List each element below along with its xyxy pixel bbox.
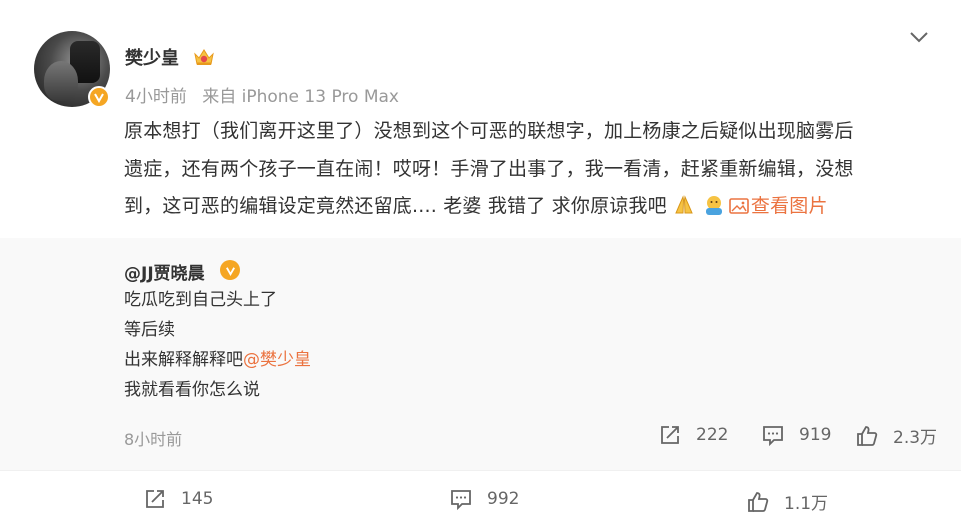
view-pictures-label: 查看图片: [750, 195, 828, 217]
repost-card[interactable]: @JJ贾晓晨 吃瓜吃到自己头上了 等后续 出来解释解释吧@樊少皇 我就看看你怎么…: [0, 238, 961, 470]
view-pictures-link[interactable]: 查看图片: [729, 195, 828, 217]
share-icon: [146, 490, 164, 508]
crown-icon: [194, 49, 214, 65]
post-text-line: 原本想打（我们离开这里了）没想到这个可恶的联想字，加上杨康之后疑似出现脑雾后: [124, 120, 854, 142]
repost-share-button[interactable]: 222: [658, 423, 728, 447]
mention-link[interactable]: @樊少皇: [243, 350, 311, 370]
comment-icon: [763, 426, 783, 447]
comment-button[interactable]: 992: [449, 487, 519, 511]
like-count: 1.1万: [784, 494, 829, 514]
repost-author[interactable]: @JJ贾晓晨: [124, 259, 205, 284]
thumbs-up-icon: [748, 491, 769, 512]
repost-line: 出来解释解释吧: [124, 350, 243, 370]
chevron-down-icon[interactable]: [909, 30, 929, 44]
like-button[interactable]: 1.1万: [746, 489, 828, 514]
post-time[interactable]: 4小时前: [125, 87, 187, 107]
post-text-line: 遗症，还有两个孩子一直在闹！哎呀！手滑了出事了，我一看清，赶紧重新编辑，没想: [124, 157, 854, 180]
share-icon: [661, 426, 679, 444]
thumbs-up-icon: [857, 425, 878, 446]
repost-line-with-mention: 出来解释解释吧@樊少皇: [124, 345, 311, 375]
post-text-line-last: 到，这可恶的编辑设定竟然还留底.... 老婆 我错了 求你原谅我吧 查看图片: [124, 188, 939, 226]
repost-share-count: 222: [696, 425, 729, 445]
repost-comment-count: 919: [799, 425, 832, 445]
hug-emoji-icon: [705, 196, 722, 215]
repost-line: 我就看看你怎么说: [124, 380, 260, 400]
comment-count: 992: [487, 489, 520, 509]
verified-badge-icon: [88, 86, 110, 108]
picture-icon: [729, 198, 749, 214]
post-body: 原本想打（我们离开这里了）没想到这个可恶的联想字，加上杨康之后疑似出现脑雾后 遗…: [124, 113, 939, 226]
repost-comment-button[interactable]: 919: [761, 423, 831, 447]
post-text-line: 到，这可恶的编辑设定竟然还留底.... 老婆 我错了 求你原谅我吧: [124, 195, 667, 217]
repost-like-count: 2.3万: [893, 428, 938, 448]
author-name[interactable]: 樊少皇: [125, 44, 179, 70]
divider: [0, 470, 961, 471]
repost-text: 吃瓜吃到自己头上了 等后续 出来解释解释吧@樊少皇 我就看看你怎么说: [124, 285, 311, 405]
pray-emoji-icon: [675, 195, 693, 214]
post-meta: 4小时前 来自 iPhone 13 Pro Max: [125, 82, 399, 107]
repost-line: 等后续: [124, 320, 175, 340]
share-button[interactable]: 145: [143, 487, 213, 511]
share-count: 145: [181, 489, 214, 509]
repost-like-button[interactable]: 2.3万: [855, 423, 937, 448]
repost-line: 吃瓜吃到自己头上了: [124, 290, 277, 310]
repost-time[interactable]: 8小时前: [124, 426, 182, 450]
comment-icon: [451, 490, 471, 511]
verified-badge-icon: [220, 260, 240, 280]
post-source: 来自 iPhone 13 Pro Max: [202, 87, 399, 107]
